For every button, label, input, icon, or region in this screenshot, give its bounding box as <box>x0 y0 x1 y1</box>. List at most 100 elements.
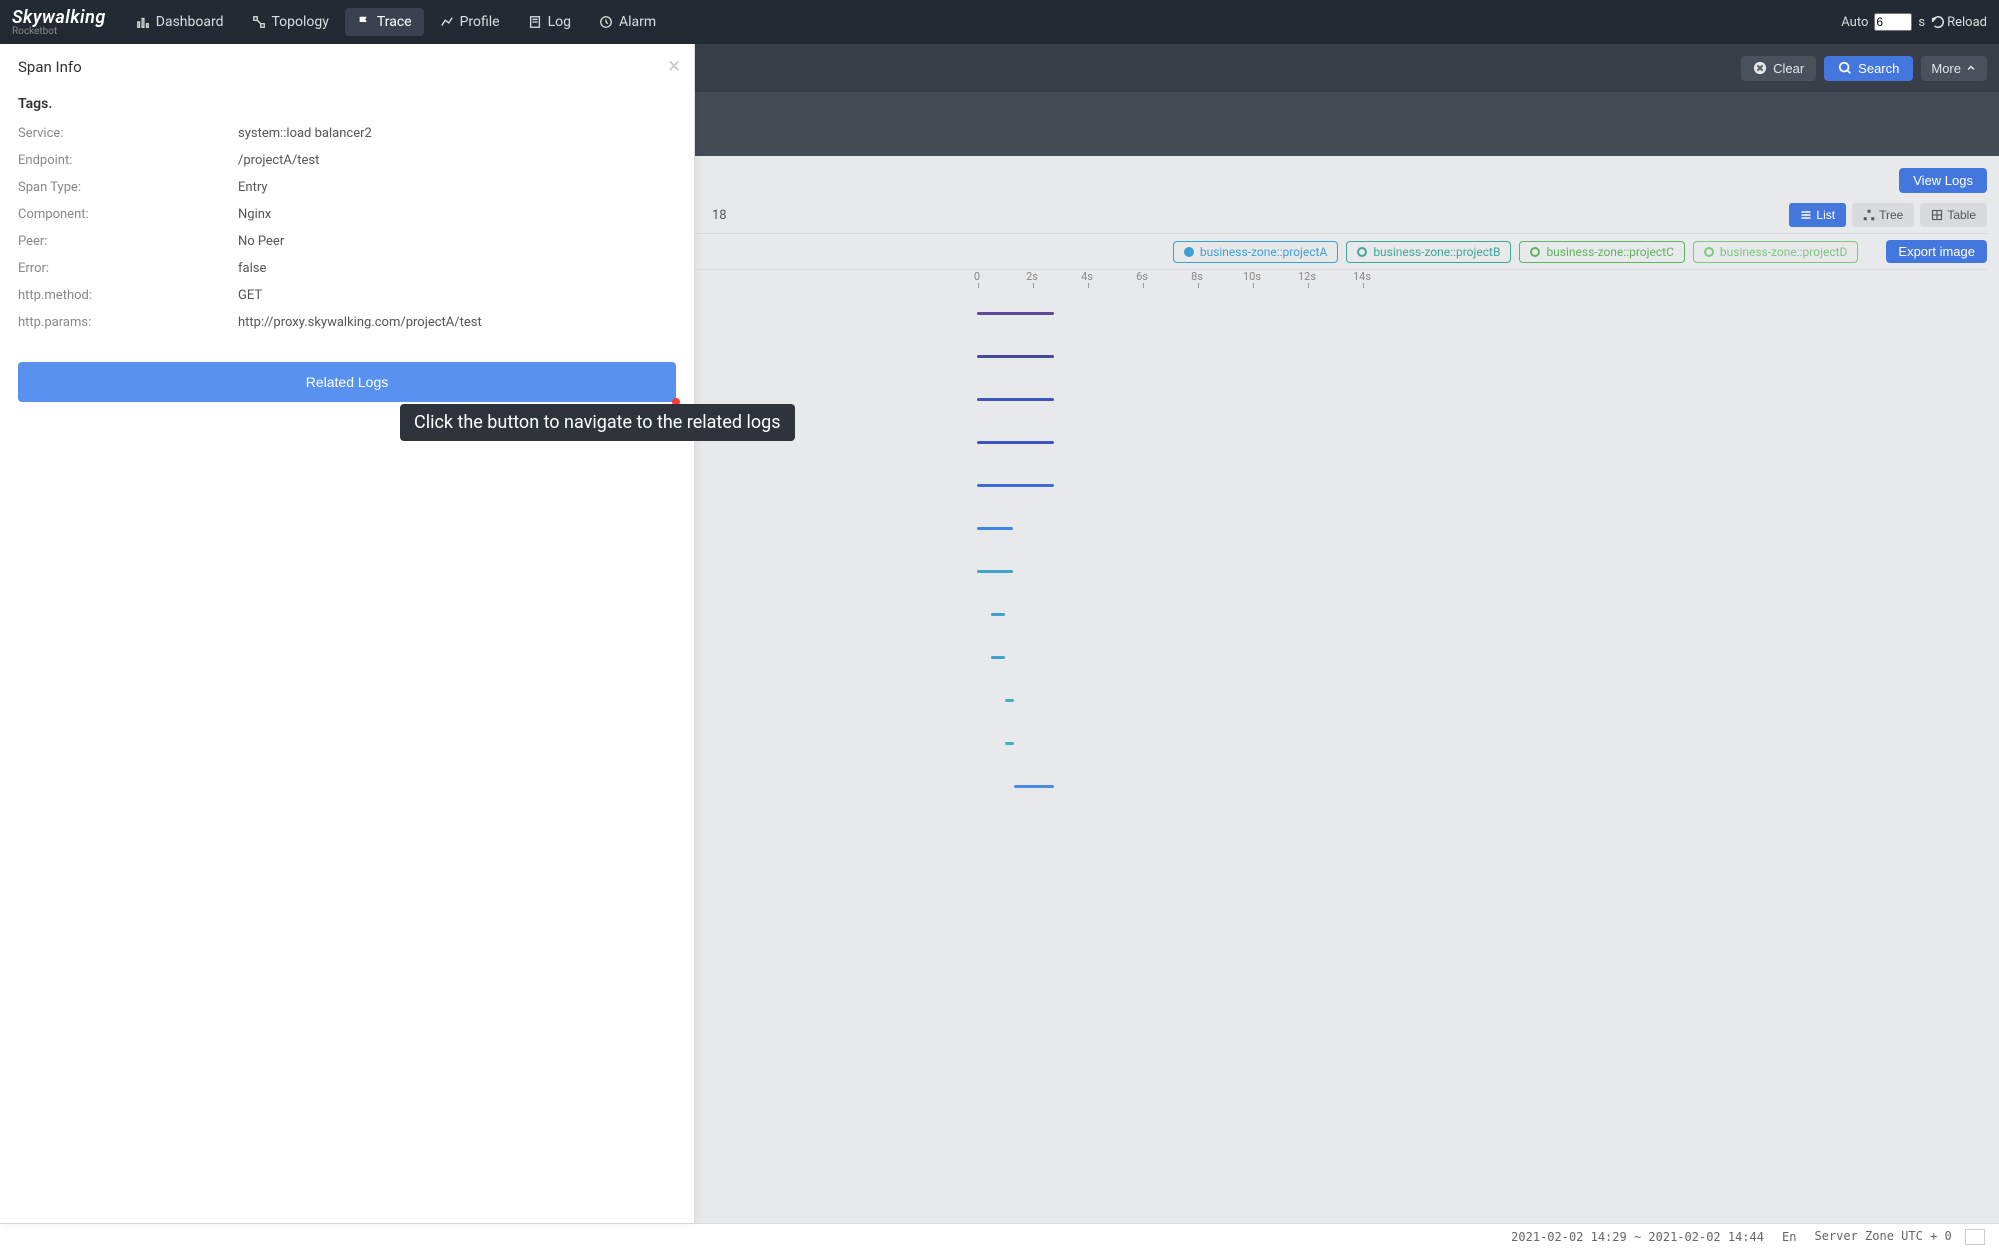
zone-chip-c[interactable]: business-zone::projectC <box>1519 241 1684 263</box>
span-bar[interactable] <box>1005 699 1015 702</box>
tick-mark <box>1253 283 1254 288</box>
dot-icon <box>1184 247 1194 257</box>
span-bar[interactable] <box>977 441 1054 444</box>
tag-value: Nginx <box>238 207 271 222</box>
clear-label: Clear <box>1773 61 1804 76</box>
tag-row: Service:system::load balancer2 <box>18 126 676 141</box>
span-bar[interactable] <box>1014 785 1054 788</box>
flag-icon <box>357 15 371 29</box>
span-bar[interactable] <box>977 570 1013 573</box>
tick-mark <box>1198 283 1199 288</box>
tag-value: GET <box>238 288 262 303</box>
brand-sub: Rocketbot <box>12 26 106 37</box>
tree-label: Tree <box>1879 208 1903 222</box>
tz-stepper[interactable] <box>1965 1229 1985 1245</box>
zone-chip-d[interactable]: business-zone::projectD <box>1693 241 1859 263</box>
tag-row: http.method:GET <box>18 288 676 303</box>
span-info-panel: Span Info × Tags. Service:system::load b… <box>0 44 695 1223</box>
tick-label: 14s <box>1353 270 1371 283</box>
dot-icon <box>1704 247 1714 257</box>
tag-key: http.params: <box>18 315 238 330</box>
tick-label: 8s <box>1191 270 1203 283</box>
tag-value: /projectA/test <box>238 153 319 168</box>
tick-mark <box>1033 283 1034 288</box>
tick-label: 2s <box>1026 270 1038 283</box>
chevron-up-icon <box>1965 62 1977 74</box>
zone-label: business-zone::projectB <box>1373 245 1500 259</box>
nav-topology[interactable]: Topology <box>240 8 341 36</box>
tag-value: http://proxy.skywalking.com/projectA/tes… <box>238 315 482 330</box>
search-icon <box>1838 61 1852 75</box>
main-nav: Dashboard Topology Trace Profile Log <box>124 8 668 36</box>
tag-key: http.method: <box>18 288 238 303</box>
search-button[interactable]: Search <box>1824 56 1913 81</box>
span-bar[interactable] <box>977 484 1054 487</box>
nav-dashboard[interactable]: Dashboard <box>124 8 236 36</box>
nav-log[interactable]: Log <box>516 8 583 36</box>
tick-mark <box>978 283 979 288</box>
tag-row: Error:false <box>18 261 676 276</box>
lang-switch[interactable]: En <box>1782 1230 1796 1244</box>
document-icon <box>528 15 542 29</box>
dot-icon <box>1530 247 1540 257</box>
nav-label: Profile <box>460 14 500 30</box>
tag-key: Span Type: <box>18 180 238 195</box>
nav-label: Alarm <box>619 14 656 30</box>
tick-label: 10s <box>1243 270 1261 283</box>
timerange-label: 2021-02-02 14:29 ~ 2021-02-02 14:44 <box>1511 1230 1764 1244</box>
span-bar[interactable] <box>991 613 1005 616</box>
brand-name: Skywalking <box>12 7 106 28</box>
chart-icon <box>136 15 150 29</box>
table-label: Table <box>1947 208 1976 222</box>
related-logs-button[interactable]: Related Logs <box>18 362 676 402</box>
tag-row: Endpoint:/projectA/test <box>18 153 676 168</box>
tag-row: http.params:http://proxy.skywalking.com/… <box>18 315 676 330</box>
tag-row: Span Type:Entry <box>18 180 676 195</box>
export-image-button[interactable]: Export image <box>1886 240 1987 263</box>
app-header: Skywalking Rocketbot Dashboard Topology … <box>0 0 1999 44</box>
reload-button[interactable]: Reload <box>1931 15 1987 30</box>
close-button[interactable]: × <box>668 54 680 79</box>
tag-value: false <box>238 261 266 276</box>
more-label: More <box>1931 61 1961 76</box>
tag-value: system::load balancer2 <box>238 126 372 141</box>
zone-label: business-zone::projectC <box>1546 245 1673 259</box>
zone-chip-b[interactable]: business-zone::projectB <box>1346 241 1511 263</box>
zone-chip-a[interactable]: business-zone::projectA <box>1173 241 1338 263</box>
span-bar[interactable] <box>977 398 1054 401</box>
view-table-button[interactable]: Table <box>1920 203 1987 227</box>
clear-button[interactable]: Clear <box>1741 56 1816 81</box>
span-bar[interactable] <box>977 312 1054 315</box>
tick-label: 6s <box>1136 270 1148 283</box>
nav-profile[interactable]: Profile <box>428 8 512 36</box>
tag-key: Component: <box>18 207 238 222</box>
status-footer: 2021-02-02 14:29 ~ 2021-02-02 14:44 En S… <box>0 1223 1999 1249</box>
nav-alarm[interactable]: Alarm <box>587 8 668 36</box>
nav-label: Dashboard <box>156 14 224 30</box>
reload-icon <box>1931 15 1945 29</box>
tag-row: Peer:No Peer <box>18 234 676 249</box>
nav-label: Trace <box>377 14 412 30</box>
auto-interval-input[interactable] <box>1874 13 1912 31</box>
view-logs-button[interactable]: View Logs <box>1899 168 1987 193</box>
span-bar[interactable] <box>1005 742 1015 745</box>
view-tree-button[interactable]: Tree <box>1852 203 1914 227</box>
tooltip: Click the button to navigate to the rela… <box>400 404 795 441</box>
reload-label: Reload <box>1947 15 1987 30</box>
span-bar[interactable] <box>977 355 1054 358</box>
dot-icon <box>1357 247 1367 257</box>
span-bar[interactable] <box>991 656 1005 659</box>
more-button[interactable]: More <box>1921 56 1987 81</box>
tz-label: Server Zone UTC + <box>1814 1229 1937 1243</box>
header-right: Auto s Reload <box>1841 13 1987 31</box>
nav-trace[interactable]: Trace <box>345 8 424 36</box>
tick-label: 12s <box>1298 270 1316 283</box>
tz-value: 0 <box>1945 1229 1952 1243</box>
span-bar[interactable] <box>977 527 1013 530</box>
topology-icon <box>252 15 266 29</box>
nav-label: Log <box>548 14 571 30</box>
clock-icon <box>599 15 613 29</box>
nav-label: Topology <box>272 14 329 30</box>
auto-label: Auto <box>1841 15 1868 30</box>
view-list-button[interactable]: List <box>1789 203 1846 227</box>
